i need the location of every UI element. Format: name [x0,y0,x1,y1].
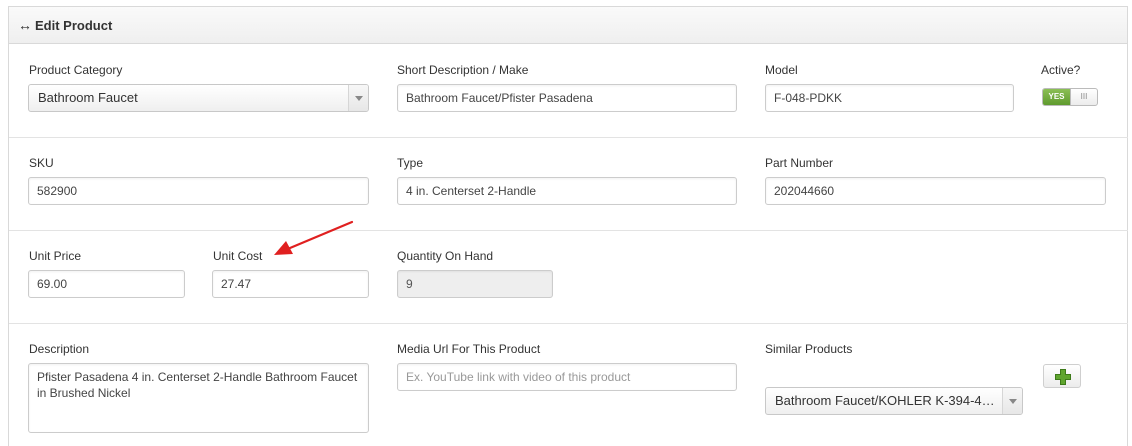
panel-header: ↔ Edit Product [9,7,1127,44]
similar-products-select[interactable]: Bathroom Faucet/KOHLER K-394-4… [765,387,1023,415]
product-category-select[interactable]: Bathroom Faucet [28,84,369,112]
description-label: Description [29,342,90,356]
unit-cost-label: Unit Cost [213,249,263,263]
media-url-input[interactable]: Ex. YouTube link with video of this prod… [397,363,737,391]
product-category-label: Product Category [29,63,123,77]
short-description-label: Short Description / Make [397,63,529,77]
similar-products-value: Bathroom Faucet/KOHLER K-394-4… [775,393,995,408]
description-textarea[interactable]: Pfister Pasadena 4 in. Centerset 2-Handl… [28,363,369,433]
unit-cost-input[interactable]: 27.47 [212,270,369,298]
row-divider [9,323,1128,324]
part-number-label: Part Number [765,156,834,170]
plus-icon [1055,369,1071,385]
toggle-knob: III [1070,89,1097,105]
unit-price-label: Unit Price [29,249,82,263]
model-input[interactable]: F-048-PDKK [765,84,1014,112]
chevron-down-icon [355,96,363,101]
media-url-label: Media Url For This Product [397,342,541,356]
quantity-on-hand-label: Quantity On Hand [397,249,494,263]
type-input[interactable]: 4 in. Centerset 2-Handle [397,177,737,205]
short-description-input[interactable]: Bathroom Faucet/Pfister Pasadena [397,84,737,112]
row-divider [9,230,1128,231]
dropdown-button[interactable] [1002,388,1022,414]
active-toggle[interactable]: YES III [1042,88,1098,106]
left-right-arrow-icon: ↔ [18,17,32,33]
panel-title: Edit Product [35,18,113,33]
dropdown-button[interactable] [348,85,368,111]
model-label: Model [765,63,798,77]
row-divider [9,137,1128,138]
active-label: Active? [1041,63,1081,77]
type-label: Type [397,156,424,170]
sku-label: SKU [29,156,54,170]
quantity-on-hand-input: 9 [397,270,553,298]
product-category-value: Bathroom Faucet [38,90,138,105]
unit-price-input[interactable]: 69.00 [28,270,185,298]
toggle-on-label: YES [1043,89,1070,105]
add-similar-product-button[interactable] [1043,364,1081,388]
sku-input[interactable]: 582900 [28,177,369,205]
part-number-input[interactable]: 202044660 [765,177,1106,205]
chevron-down-icon [1009,399,1017,404]
similar-products-label: Similar Products [765,342,853,356]
